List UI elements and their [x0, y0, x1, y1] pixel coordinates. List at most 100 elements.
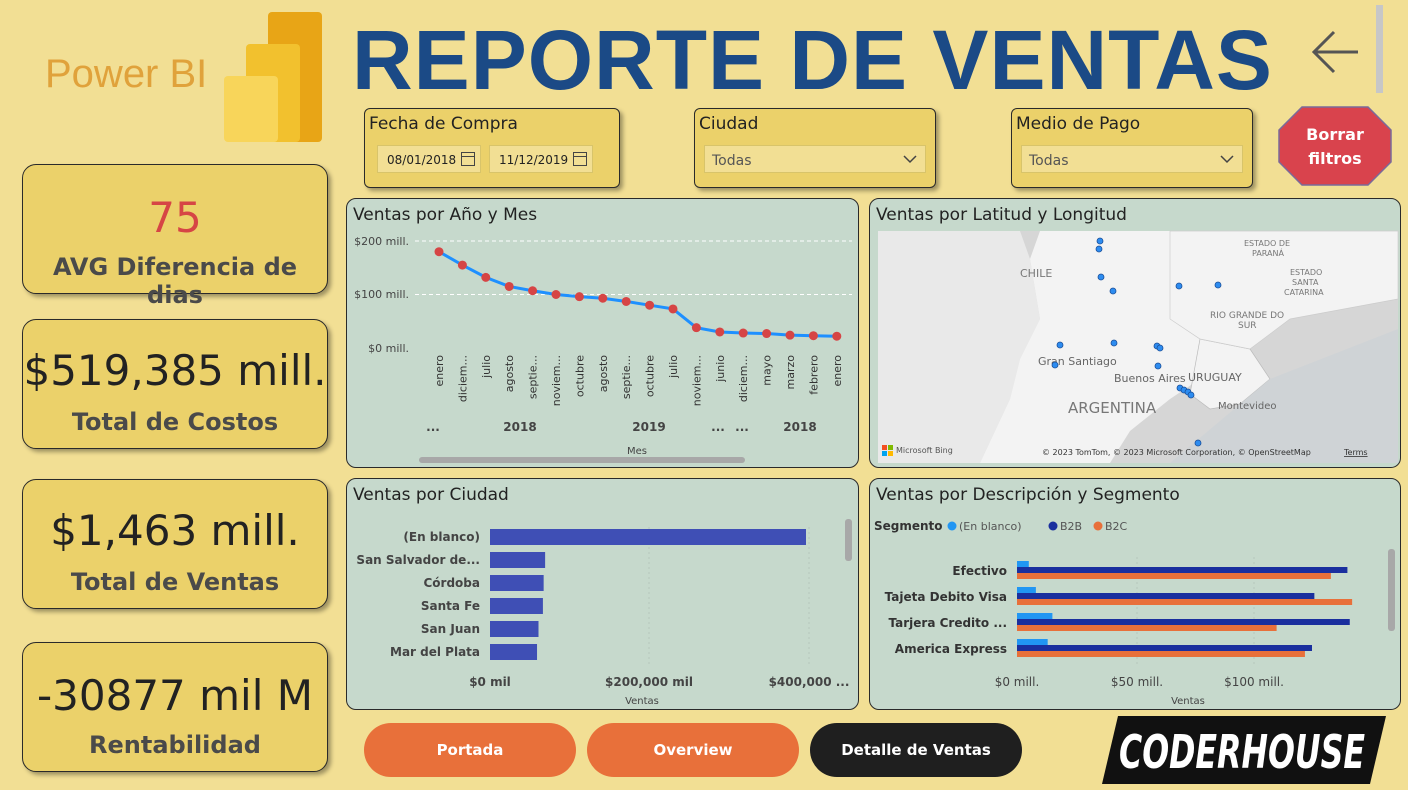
bar[interactable]: [1017, 619, 1350, 625]
horizontal-scrollbar[interactable]: [419, 457, 745, 463]
portada-button[interactable]: Portada: [364, 723, 576, 777]
bar[interactable]: [1017, 567, 1348, 573]
map-point[interactable]: [1051, 361, 1059, 369]
data-point[interactable]: [598, 293, 608, 303]
chevron-down-icon[interactable]: [1220, 152, 1234, 166]
bar[interactable]: [1017, 651, 1305, 657]
terms-link[interactable]: Terms: [1343, 448, 1368, 457]
bar[interactable]: [490, 529, 806, 545]
legend-title: Segmento: [874, 519, 943, 533]
kpi-value: $519,385 mill.: [23, 346, 327, 395]
chevron-down-icon[interactable]: [903, 152, 917, 166]
data-point[interactable]: [434, 247, 444, 257]
bar[interactable]: [490, 552, 546, 568]
data-point[interactable]: [528, 286, 538, 296]
x-tick-label: enero: [831, 355, 844, 387]
power-bi-logo-icon: [224, 12, 322, 142]
bar[interactable]: [1017, 639, 1048, 645]
legend-label[interactable]: (En blanco): [959, 520, 1022, 533]
map-point[interactable]: [1096, 237, 1104, 245]
detalle-ventas-button[interactable]: Detalle de Ventas: [810, 723, 1022, 777]
bar[interactable]: [490, 575, 544, 591]
back-arrow-icon[interactable]: [1310, 22, 1362, 82]
vertical-scrollbar[interactable]: [1388, 549, 1395, 631]
data-point[interactable]: [738, 328, 748, 338]
data-point[interactable]: [808, 331, 818, 341]
segment-bar-chart[interactable]: Segmento (En blanco) B2B B2C Efectivo Tajet…: [870, 479, 1400, 709]
line-chart[interactable]: $200 mill. $100 mill. $0 mill. enero dici…: [347, 199, 858, 467]
data-point[interactable]: [621, 296, 631, 306]
y-tick-label: $200 mill.: [354, 235, 409, 248]
bar[interactable]: [1017, 599, 1353, 605]
bar[interactable]: [1017, 561, 1029, 567]
x-tick-label: noviem...: [550, 355, 563, 406]
bar[interactable]: [1017, 573, 1331, 579]
legend-label[interactable]: B2B: [1060, 520, 1082, 533]
map[interactable]: CHILE ESTADO DE PARANÁ ESTADO SANTA CATA…: [870, 199, 1400, 467]
bar[interactable]: [1017, 587, 1036, 593]
medio-pago-slicer[interactable]: Medio de Pago Todas: [1011, 108, 1253, 188]
bar[interactable]: [490, 598, 543, 614]
scroll-divider: [1376, 5, 1383, 93]
map-credits: © 2023 TomTom, © 2023 Microsoft Corporat…: [1042, 448, 1311, 457]
kpi-card-avg-dias: 75 AVG Diferencia de dias: [22, 164, 328, 309]
data-point[interactable]: [645, 300, 655, 310]
kpi-label: Rentabilidad: [89, 731, 261, 759]
map-point[interactable]: [1154, 362, 1162, 370]
map-label: Buenos Aires: [1114, 372, 1186, 385]
start-date-input[interactable]: 08/01/2018: [377, 145, 481, 173]
kpi-label: Total de Ventas: [70, 568, 280, 596]
ciudad-slicer[interactable]: Ciudad Todas: [694, 108, 936, 188]
category-label: Córdoba: [424, 576, 481, 590]
calendar-icon[interactable]: [573, 152, 587, 166]
legend-label[interactable]: B2C: [1105, 520, 1128, 533]
fecha-slicer-label: Fecha de Compra: [369, 114, 518, 134]
clear-filters-button[interactable]: Borrar filtros: [1278, 106, 1392, 186]
end-date-input[interactable]: 11/12/2019: [489, 145, 593, 173]
map-point[interactable]: [1095, 245, 1103, 253]
map-point[interactable]: [1156, 344, 1164, 352]
vertical-scrollbar[interactable]: [845, 519, 852, 561]
city-bar-chart[interactable]: (En blanco) San Salvador de... Córdoba Sant…: [347, 479, 858, 709]
map-point[interactable]: [1110, 339, 1118, 347]
x-tick-label: noviem...: [690, 355, 703, 406]
data-point[interactable]: [457, 260, 467, 270]
map-point[interactable]: [1056, 341, 1064, 349]
data-point[interactable]: [762, 329, 772, 339]
bar[interactable]: [490, 644, 538, 660]
medio-pago-slicer-label: Medio de Pago: [1016, 114, 1141, 134]
data-point[interactable]: [785, 330, 795, 340]
map-point[interactable]: [1194, 439, 1202, 447]
ciudad-dropdown[interactable]: Todas: [704, 145, 926, 173]
x-tick-label: agosto: [503, 355, 516, 392]
kpi-value: $1,463 mill.: [50, 506, 300, 555]
data-point[interactable]: [715, 327, 725, 337]
data-point[interactable]: [668, 304, 678, 314]
map-point[interactable]: [1187, 391, 1195, 399]
calendar-icon[interactable]: [461, 152, 475, 166]
map-point[interactable]: [1175, 282, 1183, 290]
map-point[interactable]: [1214, 281, 1222, 289]
data-point[interactable]: [832, 331, 842, 341]
x-tick-label: $50 mill.: [1111, 675, 1163, 689]
data-point[interactable]: [574, 292, 584, 302]
bar[interactable]: [1017, 625, 1277, 631]
bar[interactable]: [1017, 645, 1312, 651]
bar[interactable]: [490, 621, 539, 637]
map-point[interactable]: [1109, 287, 1117, 295]
data-point[interactable]: [504, 281, 514, 291]
bar[interactable]: [1017, 613, 1053, 619]
bar[interactable]: [1017, 593, 1315, 599]
category-label: Mar del Plata: [390, 645, 480, 659]
data-point[interactable]: [691, 323, 701, 333]
data-point[interactable]: [481, 272, 491, 282]
map-label: URUGUAY: [1188, 371, 1242, 384]
category-label: San Salvador de...: [356, 553, 480, 567]
fecha-slicer[interactable]: Fecha de Compra 08/01/2018 11/12/2019: [364, 108, 620, 188]
medio-pago-dropdown[interactable]: Todas: [1021, 145, 1243, 173]
x-tick-label: septie...: [527, 355, 540, 399]
data-point[interactable]: [551, 290, 561, 299]
map-point[interactable]: [1097, 273, 1105, 281]
overview-button[interactable]: Overview: [587, 723, 799, 777]
legend-marker: [1093, 521, 1103, 531]
